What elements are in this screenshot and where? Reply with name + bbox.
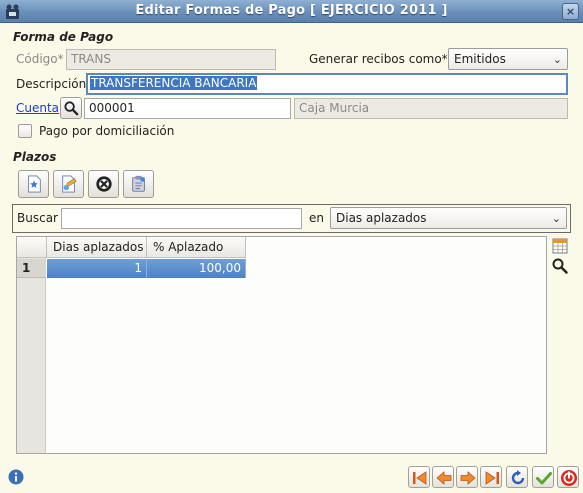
new-plazo-button[interactable] <box>18 170 49 198</box>
accept-button[interactable] <box>532 466 554 488</box>
descripcion-input[interactable]: TRANSFERENCIA BANCARIA <box>86 73 568 95</box>
delete-record-icon <box>96 176 112 192</box>
first-record-icon <box>413 471 427 485</box>
edit-plazo-button[interactable] <box>53 170 84 198</box>
en-label: en <box>309 211 324 225</box>
previous-record-button[interactable] <box>432 466 454 488</box>
descripcion-label: Descripción <box>16 77 87 91</box>
copy-record-icon <box>132 175 145 192</box>
close-icon: × <box>565 5 576 18</box>
codigo-label: Código* <box>16 52 64 66</box>
search-cuenta-button[interactable] <box>60 97 82 119</box>
cancel-button[interactable] <box>557 466 579 488</box>
edit-payment-window: Editar Formas de Pago [ EJERCICIO 2011 ]… <box>0 0 583 493</box>
previous-record-icon <box>436 471 452 485</box>
next-record-icon <box>460 471 476 485</box>
export-spreadsheet-icon[interactable] <box>551 237 569 255</box>
first-record-button[interactable] <box>408 466 430 488</box>
last-record-button[interactable] <box>480 466 502 488</box>
domiciliacion-label: Pago por domiciliación <box>39 124 175 138</box>
copy-plazo-button[interactable] <box>123 170 154 198</box>
cancel-icon <box>561 470 577 486</box>
codigo-field: TRANS <box>66 49 276 70</box>
search-field-select[interactable]: Dias aplazados ⌄ <box>330 207 567 229</box>
edit-record-icon <box>62 175 77 193</box>
next-record-button[interactable] <box>456 466 478 488</box>
delete-plazo-button[interactable] <box>88 170 119 198</box>
column-header-pct[interactable]: % Aplazado <box>147 237 246 258</box>
cuenta-description-field: Caja Murcia <box>294 98 568 119</box>
domiciliacion-checkbox[interactable] <box>18 124 32 138</box>
close-window-button[interactable]: × <box>562 3 579 20</box>
magnifier-icon[interactable] <box>551 257 569 275</box>
descripcion-selected-text: TRANSFERENCIA BANCARIA <box>90 76 258 90</box>
generar-recibos-select[interactable]: Emitidos ⌄ <box>448 48 568 70</box>
new-record-icon <box>28 175 41 193</box>
cuenta-input[interactable]: 000001 <box>84 98 291 119</box>
title-bar: Editar Formas de Pago [ EJERCICIO 2011 ]… <box>0 0 583 23</box>
window-title: Editar Formas de Pago [ EJERCICIO 2011 ] <box>135 3 448 18</box>
plazos-table[interactable]: Dias aplazados % Aplazado 1 1 100,00 <box>16 236 547 454</box>
info-icon[interactable] <box>8 469 24 485</box>
refresh-button[interactable] <box>506 466 528 488</box>
generar-recibos-value: Emitidos <box>454 52 506 66</box>
magnifier-icon <box>64 101 79 116</box>
row-number[interactable]: 1 <box>17 259 46 278</box>
search-field-value: Dias aplazados <box>336 211 427 225</box>
accept-icon <box>536 472 552 485</box>
cuenta-link[interactable]: Cuenta <box>16 101 59 115</box>
chevron-down-icon: ⌄ <box>552 53 562 66</box>
column-header-dias[interactable]: Dias aplazados <box>47 237 147 258</box>
search-input[interactable] <box>61 208 302 229</box>
plazos-section-title: Plazos <box>13 150 57 164</box>
cell-dias[interactable]: 1 <box>47 259 147 278</box>
buscar-label: Buscar <box>17 211 58 225</box>
search-bar: Buscar en Dias aplazados ⌄ <box>12 204 571 233</box>
generar-recibos-label: Generar recibos como* <box>309 52 448 66</box>
corner-header <box>17 237 47 258</box>
forma-pago-section-title: Forma de Pago <box>13 30 114 44</box>
refresh-icon <box>511 470 525 485</box>
chevron-down-icon: ⌄ <box>551 212 561 225</box>
cell-pct[interactable]: 100,00 <box>147 259 246 278</box>
last-record-icon <box>485 471 499 485</box>
